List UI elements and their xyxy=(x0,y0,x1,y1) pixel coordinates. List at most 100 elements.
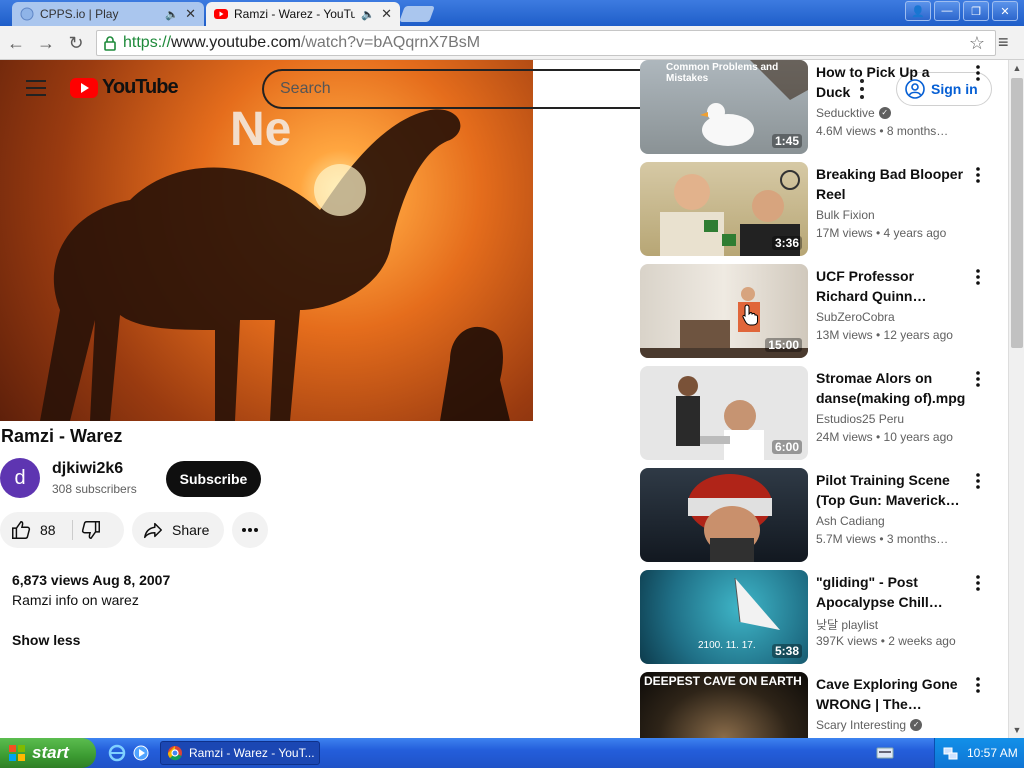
recommendation-thumbnail[interactable]: 3:36 xyxy=(640,162,808,256)
search-input[interactable]: Search xyxy=(262,69,654,109)
more-vertical-icon[interactable] xyxy=(974,370,982,388)
maximize-button[interactable]: ❐ xyxy=(963,1,989,21)
more-vertical-icon[interactable] xyxy=(974,472,982,490)
recommendation-stats: 24M views • 10 years ago xyxy=(816,430,953,444)
duration-badge: 3:36 xyxy=(771,236,802,250)
recommendation-item[interactable]: DEEPEST CAVE ON EARTH Cave Exploring Gon… xyxy=(640,672,1000,738)
recommendation-title[interactable]: "gliding" - Post Apocalypse Chill… xyxy=(816,572,966,612)
duration-badge: 6:00 xyxy=(771,440,802,454)
duration-badge: 5:38 xyxy=(771,644,802,658)
tab-youtube[interactable]: Ramzi - Warez - YouTube 🔈 ✕ xyxy=(206,2,400,26)
top-gun-thumb-art xyxy=(688,474,772,562)
close-tab-icon[interactable]: ✕ xyxy=(185,6,196,22)
audio-icon[interactable]: 🔈 xyxy=(361,8,375,21)
thumbs-up-icon[interactable] xyxy=(10,519,32,541)
scrollbar-thumb[interactable] xyxy=(1011,78,1023,348)
recommendation-title[interactable]: Pilot Training Scene (Top Gun: Maverick… xyxy=(816,470,966,510)
description-box[interactable]: 6,873 views Aug 8, 2007 Ramzi info on wa… xyxy=(0,562,620,662)
recommendation-item[interactable]: 3:36 Breaking Bad Blooper Reel Bulk Fixi… xyxy=(640,162,1000,258)
system-tray: 10:57 AM xyxy=(934,738,1024,768)
recommendation-thumbnail[interactable]: 15:00 xyxy=(640,264,808,358)
bookmark-star-icon[interactable]: ☆ xyxy=(969,33,985,54)
recommendation-stats: 5.7M views • 3 months… xyxy=(816,532,949,546)
network-icon[interactable] xyxy=(943,745,959,761)
tab-cpps[interactable]: CPPS.io | Play 🔈 ✕ xyxy=(12,2,204,26)
address-bar[interactable]: https://www.youtube.com/watch?v=bAQqrnX7… xyxy=(96,30,996,56)
close-tab-icon[interactable]: ✕ xyxy=(381,6,392,22)
audio-icon[interactable]: 🔈 xyxy=(165,8,179,21)
keyboard-icon[interactable] xyxy=(876,746,894,760)
recommendation-channel: Ash Cadiang xyxy=(816,514,885,528)
scroll-up-arrow-icon[interactable]: ▲ xyxy=(1009,60,1024,76)
minimize-button[interactable]: — xyxy=(934,1,960,21)
like-dislike-group: 88 xyxy=(0,512,124,548)
internet-explorer-icon[interactable] xyxy=(108,744,126,762)
thumb-caption: DEEPEST CAVE ON EARTH xyxy=(644,674,802,688)
cpps-favicon-icon xyxy=(20,7,34,21)
back-arrow-icon[interactable]: ← xyxy=(6,33,26,53)
recommendation-item[interactable]: Common Problems and Mistakes 1:45 How to… xyxy=(640,60,1000,156)
scroll-down-arrow-icon[interactable]: ▼ xyxy=(1009,722,1024,738)
channel-avatar[interactable]: d xyxy=(0,458,40,498)
channel-label: SubZeroCobra xyxy=(816,310,895,324)
channel-label: Seducktive xyxy=(816,106,875,120)
verified-check-icon: ✓ xyxy=(910,719,923,731)
duration-badge: 15:00 xyxy=(765,338,802,352)
tab-title: Ramzi - Warez - YouTube xyxy=(234,7,356,21)
windows-logo-icon xyxy=(9,745,25,761)
channel-name[interactable]: djkiwi2k6 xyxy=(52,460,123,478)
recommendation-title[interactable]: UCF Professor Richard Quinn accuses clas… xyxy=(816,266,966,306)
views-and-date: 6,873 views Aug 8, 2007 xyxy=(12,572,171,588)
more-vertical-icon[interactable] xyxy=(974,166,982,184)
more-vertical-icon[interactable] xyxy=(974,574,982,592)
recommendation-channel: Estudios25 Peru xyxy=(816,412,904,426)
chrome-menu-icon[interactable]: ≡ xyxy=(998,32,1009,53)
show-less-button[interactable]: Show less xyxy=(12,632,80,648)
url-path: /watch?v=bAQqrnX7BsM xyxy=(300,34,481,51)
recommendation-title[interactable]: How to Pick Up a Duck xyxy=(816,62,966,102)
recommendation-title[interactable]: Breaking Bad Blooper Reel xyxy=(816,164,966,204)
windows-taskbar: start Ramzi - Warez - YouT... 10:57 AM xyxy=(0,738,1024,768)
forward-arrow-icon[interactable]: → xyxy=(36,33,56,53)
subscriber-count: 308 subscribers xyxy=(52,482,137,496)
recommendation-thumbnail[interactable] xyxy=(640,468,808,562)
subscribe-button[interactable]: Subscribe xyxy=(166,461,261,497)
media-player-icon[interactable] xyxy=(132,744,150,762)
new-tab-button[interactable] xyxy=(399,6,435,22)
reload-icon[interactable]: ↻ xyxy=(66,33,86,53)
lock-icon xyxy=(104,36,116,51)
recommendation-thumbnail[interactable]: 2100. 11. 17. 5:38 xyxy=(640,570,808,664)
youtube-play-icon xyxy=(70,77,98,98)
recommendation-stats: 13M views • 12 years ago xyxy=(816,328,953,342)
recommendation-thumbnail[interactable]: Common Problems and Mistakes 1:45 xyxy=(640,60,808,154)
thumbs-down-icon[interactable] xyxy=(80,519,102,541)
recommendation-title[interactable]: Cave Exploring Gone WRONG | The… xyxy=(816,674,966,714)
recommendation-thumbnail[interactable]: DEEPEST CAVE ON EARTH xyxy=(640,672,808,738)
like-count[interactable]: 88 xyxy=(40,522,56,538)
close-window-button[interactable]: ✕ xyxy=(992,1,1018,21)
more-vertical-icon[interactable] xyxy=(974,268,982,286)
taskbar-item-label: Ramzi - Warez - YouT... xyxy=(189,746,315,760)
share-button[interactable]: Share xyxy=(132,512,224,548)
recommendation-item[interactable]: Pilot Training Scene (Top Gun: Maverick…… xyxy=(640,468,1000,564)
video-player[interactable]: Ne xyxy=(0,60,533,421)
clock[interactable]: 10:57 AM xyxy=(967,746,1018,760)
page-scrollbar[interactable]: ▲ ▼ xyxy=(1008,60,1024,738)
taskbar-item-chrome[interactable]: Ramzi - Warez - YouT... xyxy=(160,741,320,765)
youtube-logo[interactable]: YouTube xyxy=(70,76,179,99)
browser-toolbar: ← → ↻ https://www.youtube.com/watch?v=bA… xyxy=(0,26,1024,60)
more-actions-button[interactable] xyxy=(232,512,268,548)
menu-hamburger-icon[interactable] xyxy=(26,80,46,96)
recommendation-title[interactable]: Stromae Alors on danse(making of).mpg xyxy=(816,368,966,408)
more-vertical-icon[interactable] xyxy=(974,676,982,694)
more-vertical-icon[interactable] xyxy=(974,64,982,82)
user-icon[interactable]: 👤 xyxy=(905,1,931,21)
start-button[interactable]: start xyxy=(0,738,96,768)
recommendation-item[interactable]: 6:00 Stromae Alors on danse(making of).m… xyxy=(640,366,1000,462)
youtube-favicon-icon xyxy=(214,9,228,19)
chrome-icon xyxy=(167,746,182,761)
recommendation-thumbnail[interactable]: 6:00 xyxy=(640,366,808,460)
recommendation-item[interactable]: 15:00 UCF Professor Richard Quinn accuse… xyxy=(640,264,1000,360)
recommendation-item[interactable]: 2100. 11. 17. 5:38 "gliding" - Post Apoc… xyxy=(640,570,1000,666)
recommendation-channel: SubZeroCobra xyxy=(816,310,895,324)
